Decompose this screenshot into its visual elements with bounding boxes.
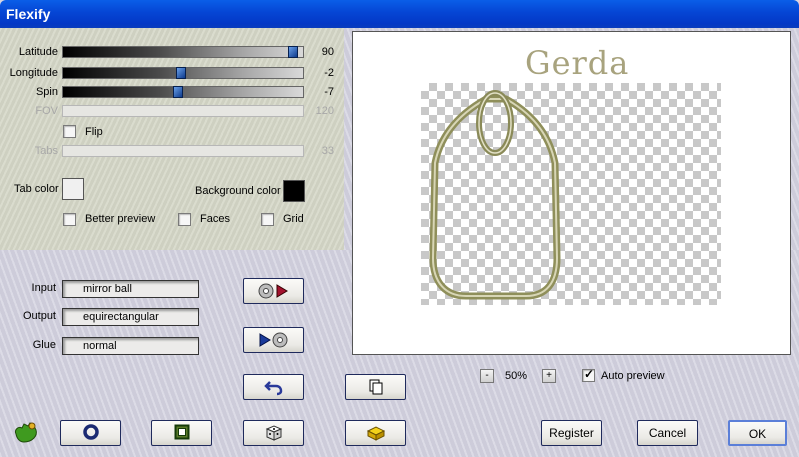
spin-slider[interactable] xyxy=(62,86,304,98)
auto-preview-checkbox[interactable] xyxy=(582,367,595,382)
spin-value: -7 xyxy=(324,86,334,98)
grid-label: Grid xyxy=(283,213,304,225)
input-field[interactable]: mirror ball xyxy=(62,280,199,298)
undo-button[interactable] xyxy=(243,374,304,400)
zoom-level: 50% xyxy=(505,370,528,382)
glue-field[interactable]: normal xyxy=(62,337,199,355)
convert-forward-button[interactable] xyxy=(243,278,304,304)
preview-shape xyxy=(429,90,561,300)
brick-button[interactable] xyxy=(345,420,406,446)
register-button[interactable]: Register xyxy=(541,420,602,446)
copy-pages-icon xyxy=(369,379,382,395)
arrow-to-disc-icon xyxy=(259,332,287,348)
square-button[interactable] xyxy=(151,420,212,446)
disc-to-arrow-icon xyxy=(258,283,288,299)
tab-color-label: Tab color xyxy=(14,183,59,195)
longitude-slider[interactable] xyxy=(62,67,304,79)
preview-canvas[interactable]: Gerda xyxy=(352,31,791,355)
convert-back-button[interactable] xyxy=(243,327,304,353)
fov-label: FOV xyxy=(35,105,58,117)
copy-button[interactable] xyxy=(345,374,406,400)
output-label: Output xyxy=(22,310,56,322)
flip-label: Flip xyxy=(85,126,103,138)
latitude-label: Latitude xyxy=(18,46,58,58)
undo-arrow-icon xyxy=(263,381,282,396)
spin-thumb[interactable] xyxy=(173,86,183,98)
background-color-swatch[interactable] xyxy=(283,180,305,202)
auto-preview-label: Auto preview xyxy=(601,370,665,382)
tabs-label: Tabs xyxy=(34,145,58,157)
ring-button[interactable] xyxy=(60,420,121,446)
longitude-value: -2 xyxy=(324,67,334,79)
latitude-thumb[interactable] xyxy=(288,46,298,58)
ok-button[interactable]: OK xyxy=(728,420,787,446)
ring-icon xyxy=(82,424,99,440)
window-title: Flexify xyxy=(0,0,799,28)
tabs-value: 33 xyxy=(321,145,334,157)
random-button[interactable] xyxy=(243,420,304,446)
tabs-slider xyxy=(62,145,304,157)
tab-color-swatch[interactable] xyxy=(62,178,84,200)
longitude-thumb[interactable] xyxy=(176,67,186,79)
latitude-slider[interactable] xyxy=(62,46,304,58)
flip-checkbox[interactable] xyxy=(63,125,76,138)
spin-label: Spin xyxy=(35,86,58,98)
faces-label: Faces xyxy=(200,213,230,225)
square-frame-icon xyxy=(174,424,189,440)
fov-value: 120 xyxy=(315,105,334,117)
faces-checkbox[interactable] xyxy=(178,213,191,226)
better-preview-label: Better preview xyxy=(85,213,156,225)
gerda-watermark: Gerda xyxy=(525,44,630,82)
zoom-out-button[interactable]: - xyxy=(480,369,494,383)
input-label: Input xyxy=(31,282,56,294)
fov-slider xyxy=(62,105,304,117)
zoom-in-button[interactable]: + xyxy=(542,369,556,383)
brick-icon xyxy=(366,426,385,441)
background-color-label: Background color xyxy=(195,185,281,197)
dice-icon xyxy=(265,425,282,441)
cancel-button[interactable]: Cancel xyxy=(637,420,698,446)
glue-label: Glue xyxy=(32,339,56,351)
output-field[interactable]: equirectangular xyxy=(62,308,199,326)
hand-logo-icon xyxy=(15,422,37,443)
better-preview-checkbox[interactable] xyxy=(63,213,76,226)
grid-checkbox[interactable] xyxy=(261,213,274,226)
longitude-label: Longitude xyxy=(9,67,58,79)
latitude-value: 90 xyxy=(321,46,334,58)
